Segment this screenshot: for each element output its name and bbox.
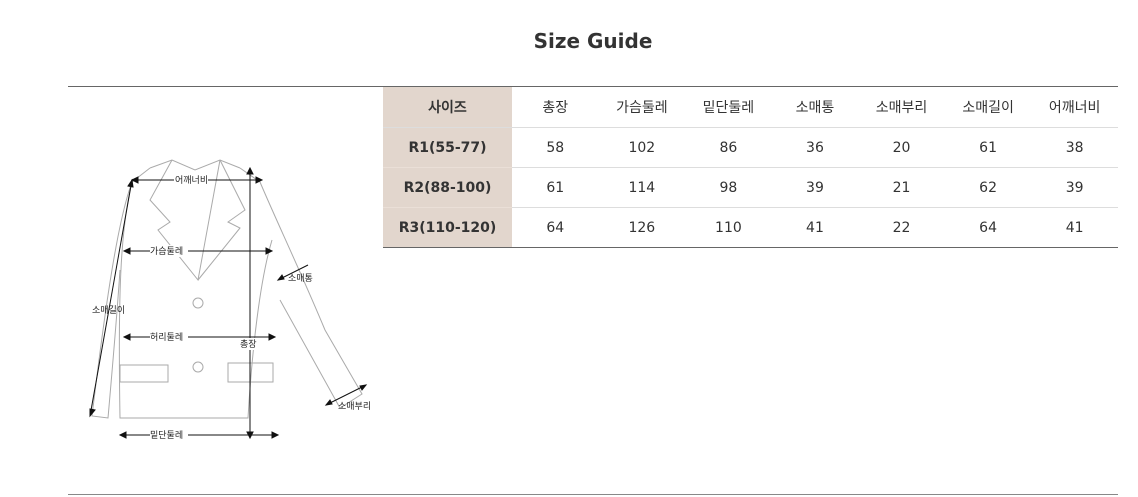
table-cell: 20 bbox=[858, 127, 945, 168]
table-header-row: 사이즈 총장 가슴둘레 밑단둘레 소매통 소매부리 소매길이 어깨너비 bbox=[383, 87, 1118, 128]
table-cell: 61 bbox=[944, 127, 1032, 168]
table-cell: 36 bbox=[771, 127, 859, 168]
label-shoulder: 어깨너비 bbox=[175, 174, 208, 186]
page-title: Size Guide bbox=[533, 29, 653, 53]
label-length: 총장 bbox=[240, 339, 257, 350]
table-row: R3(110-120) 64 126 110 41 22 64 41 bbox=[383, 207, 1118, 248]
label-sleeve-length: 소매길이 bbox=[92, 305, 125, 316]
size-table: 사이즈 총장 가슴둘레 밑단둘레 소매통 소매부리 소매길이 어깨너비 R1(5… bbox=[383, 87, 1118, 248]
header-sleeve-length: 소매길이 bbox=[944, 87, 1032, 128]
table-cell: 21 bbox=[858, 167, 945, 208]
header-length: 총장 bbox=[512, 87, 599, 128]
table-row: R2(88-100) 61 114 98 39 21 62 39 bbox=[383, 167, 1118, 208]
table-cell: 126 bbox=[598, 207, 686, 248]
table-cell: 41 bbox=[1031, 207, 1118, 248]
bottom-divider bbox=[68, 494, 1118, 495]
table-cell: 110 bbox=[685, 207, 772, 248]
table-cell: 62 bbox=[944, 167, 1032, 208]
table-cell: 41 bbox=[771, 207, 859, 248]
table-cell: 86 bbox=[685, 127, 772, 168]
header-shoulder: 어깨너비 bbox=[1031, 87, 1118, 128]
label-sleeve-width: 소매통 bbox=[288, 273, 313, 284]
table-cell: 102 bbox=[598, 127, 686, 168]
table-cell: 61 bbox=[512, 167, 599, 208]
table-cell: 39 bbox=[1031, 167, 1118, 208]
jacket-diagram: 어깨너비 가슴둘레 소매통 소매길이 허리둘레 총장 소매부리 밑단둘레 bbox=[89, 159, 371, 441]
label-chest: 가슴둘레 bbox=[150, 246, 183, 257]
label-sleeve-cuff: 소매부리 bbox=[338, 401, 371, 412]
table-cell: 64 bbox=[512, 207, 599, 248]
table-cell: 114 bbox=[598, 167, 686, 208]
table-cell: 98 bbox=[685, 167, 772, 208]
label-hem: 밑단둘레 bbox=[150, 429, 183, 441]
table-cell: 38 bbox=[1031, 127, 1118, 168]
table-cell: 22 bbox=[858, 207, 945, 248]
header-size: 사이즈 bbox=[383, 87, 512, 128]
row-size-label: R3(110-120) bbox=[383, 207, 512, 248]
table-cell: 58 bbox=[512, 127, 599, 168]
header-chest: 가슴둘레 bbox=[598, 87, 686, 128]
table-cell: 39 bbox=[771, 167, 859, 208]
table-row: R1(55-77) 58 102 86 36 20 61 38 bbox=[383, 127, 1118, 168]
label-waist: 허리둘레 bbox=[150, 332, 183, 343]
row-size-label: R1(55-77) bbox=[383, 127, 512, 168]
header-sleeve-width: 소매통 bbox=[771, 87, 859, 128]
table-cell: 64 bbox=[944, 207, 1032, 248]
header-hem: 밑단둘레 bbox=[685, 87, 772, 128]
header-sleeve-cuff: 소매부리 bbox=[858, 87, 945, 128]
row-size-label: R2(88-100) bbox=[383, 167, 512, 208]
